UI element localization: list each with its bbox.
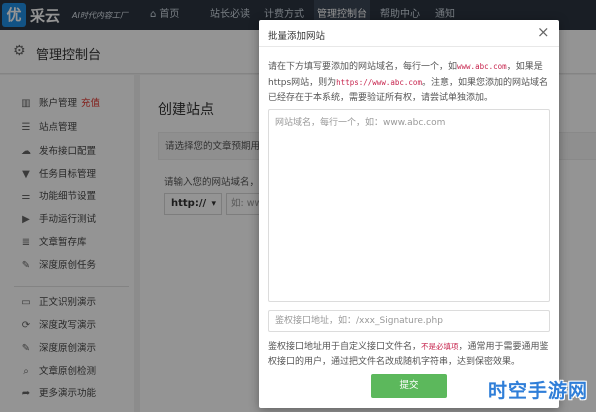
- watermark-logo: 时空手游网: [488, 380, 589, 402]
- example-domain: www.abc.com: [457, 62, 507, 71]
- domains-textarea[interactable]: 网站域名，每行一个，如：www.abc.com: [268, 109, 550, 302]
- help-text: 鉴权接口地址用于自定义接口文件名，: [268, 342, 422, 352]
- optional-tag: 不是必填项: [421, 342, 459, 351]
- dialog-description: 请在下方填写要添加的网站域名，每行一个，如www.abc.com，如果是http…: [268, 59, 554, 106]
- dialog-header: 批量添加网站 ×: [259, 20, 559, 47]
- desc-text: 请在下方填写要添加的网站域名，每行一个，如: [268, 62, 458, 72]
- submit-button[interactable]: 提交: [371, 374, 447, 398]
- signature-url-input[interactable]: 鉴权接口地址，如：/xxx_Signature.php: [268, 310, 550, 332]
- signature-help-text: 鉴权接口地址用于自定义接口文件名，不是必填项，通常用于需要通用鉴权接口的用户，通…: [268, 339, 554, 370]
- example-https-domain: https://www.abc.com: [336, 78, 422, 87]
- batch-add-dialog: 批量添加网站 × 请在下方填写要添加的网站域名，每行一个，如www.abc.co…: [259, 20, 559, 408]
- dialog-title: 批量添加网站: [268, 31, 326, 42]
- close-icon[interactable]: ×: [537, 23, 550, 41]
